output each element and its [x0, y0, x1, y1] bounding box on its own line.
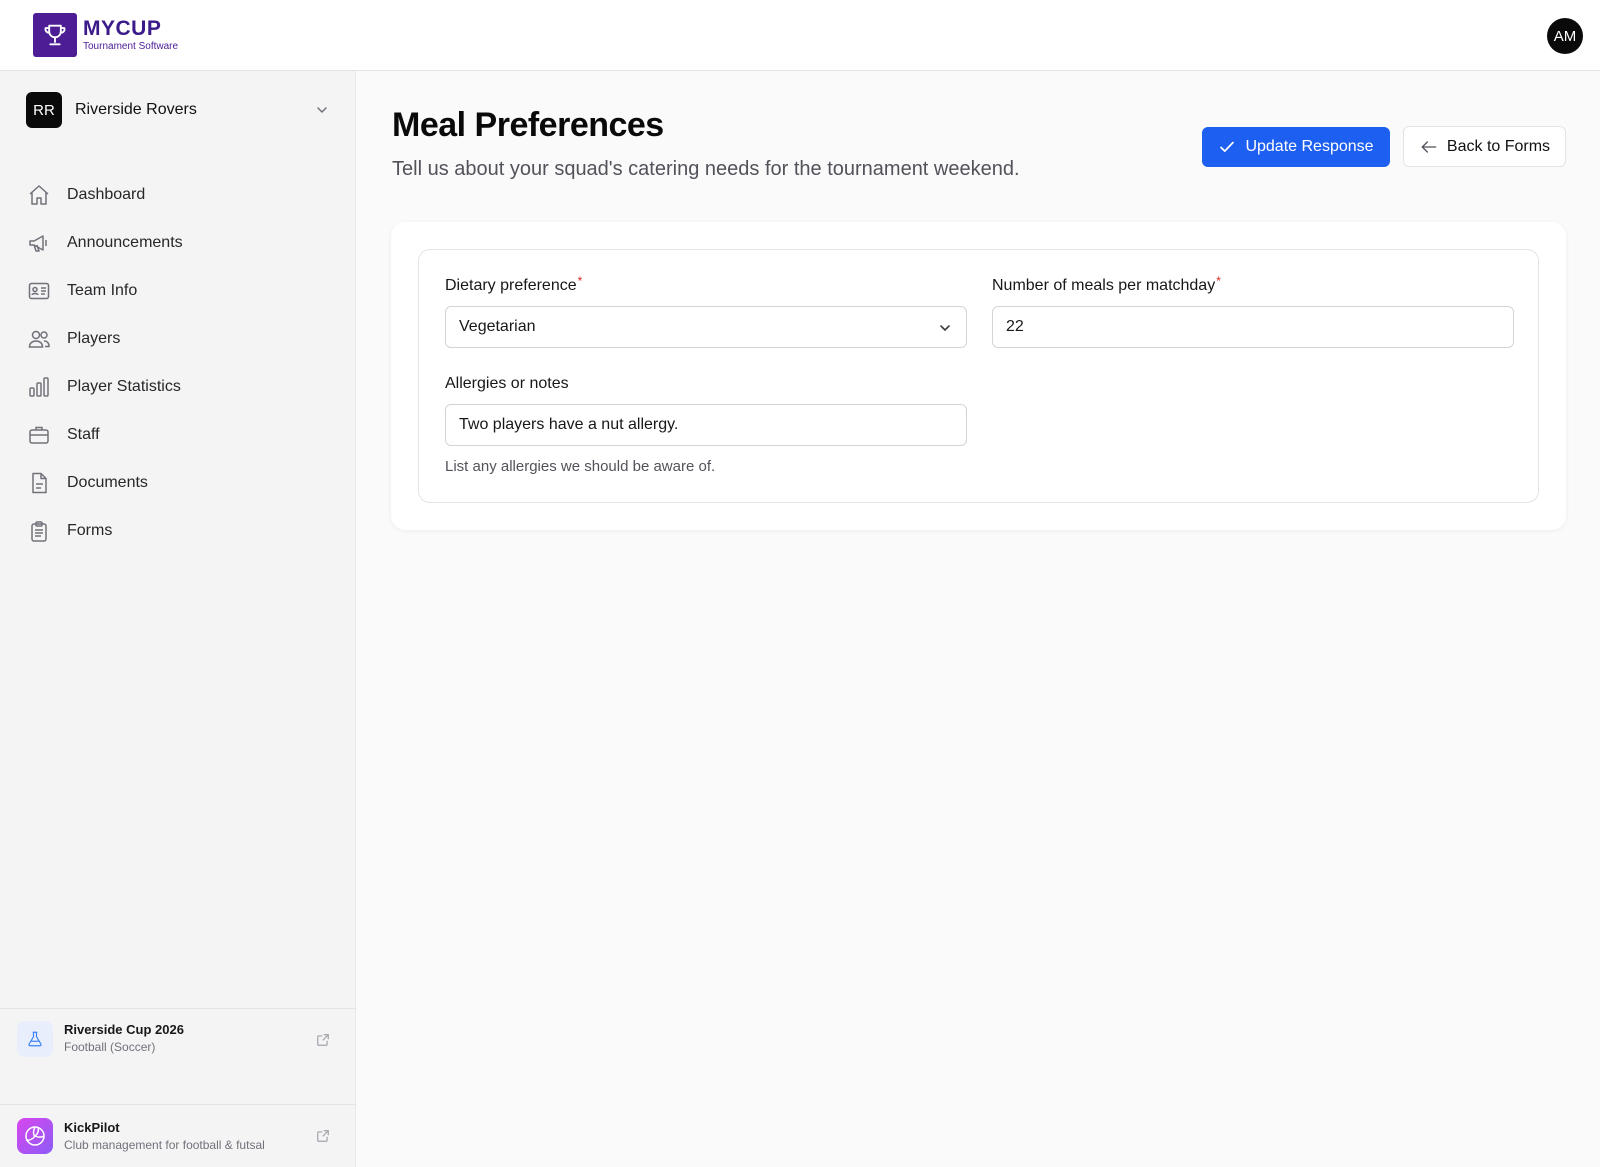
- back-to-forms-label: Back to Forms: [1446, 137, 1551, 155]
- allergies-label: Allergies or notes: [445, 375, 569, 392]
- sidebar-item-label: Team Info: [67, 282, 138, 299]
- required-marker: *: [577, 274, 583, 288]
- tournament-title: Riverside Cup 2026: [64, 1022, 184, 1037]
- partner-subtitle: Club management for football & futsal: [64, 1137, 265, 1152]
- page-subtitle: Tell us about your squad's catering need…: [392, 158, 1020, 180]
- update-response-label: Update Response: [1245, 138, 1374, 155]
- trophy-icon: [33, 13, 77, 57]
- logo-subtitle: Tournament Software: [83, 40, 179, 52]
- external-link-icon: [317, 1034, 329, 1046]
- meals-per-matchday-label-text: Number of meals per matchday: [992, 277, 1216, 294]
- dietary-preference-value: Vegetarian: [459, 318, 536, 335]
- bar-chart-icon: [29, 377, 49, 397]
- sidebar-nav: Dashboard Announcements Team Info Player…: [14, 171, 342, 555]
- sidebar-item-label: Documents: [67, 474, 148, 491]
- sidebar-item-label: Players: [67, 330, 121, 347]
- meals-per-matchday-input[interactable]: 22: [992, 306, 1514, 348]
- logo-name: MYCUP: [83, 16, 162, 40]
- back-to-forms-button[interactable]: Back to Forms: [1403, 126, 1566, 167]
- allergies-input[interactable]: Two players have a nut allergy.: [445, 404, 967, 446]
- dietary-preference-label-text: Dietary preference: [445, 277, 577, 294]
- external-link-icon: [317, 1130, 329, 1142]
- volleyball-icon: [17, 1118, 53, 1154]
- partner-title: KickPilot: [64, 1119, 120, 1135]
- meals-per-matchday-value: 22: [1006, 318, 1024, 335]
- sidebar-item-label: Staff: [67, 426, 100, 443]
- clipboard-icon: [31, 521, 47, 542]
- sidebar-item-label: Player Statistics: [67, 378, 181, 395]
- dietary-preference-label: Dietary preference*: [445, 274, 583, 295]
- team-switcher[interactable]: RR Riverside Rovers: [26, 92, 330, 128]
- sidebar-item-team-info[interactable]: Team Info: [14, 267, 342, 315]
- team-name: Riverside Rovers: [75, 101, 197, 118]
- top-bar: MYCUP Tournament Software AM: [0, 0, 1600, 71]
- required-marker: *: [1216, 274, 1221, 288]
- sidebar-item-announcements[interactable]: Announcements: [14, 219, 342, 267]
- check-icon: [1220, 141, 1235, 152]
- tournament-sport: Football (Soccer): [64, 1040, 156, 1054]
- allergies-value: Two players have a nut allergy.: [459, 416, 679, 433]
- chevron-down-icon: [940, 325, 950, 331]
- sidebar-item-forms[interactable]: Forms: [14, 507, 342, 555]
- team-badge: RR: [26, 92, 62, 128]
- sidebar-item-label: Announcements: [67, 234, 183, 251]
- document-icon: [32, 472, 47, 494]
- dietary-preference-select[interactable]: Vegetarian: [445, 306, 967, 348]
- update-response-button[interactable]: Update Response: [1202, 127, 1390, 167]
- sidebar-item-dashboard[interactable]: Dashboard: [14, 171, 342, 219]
- sidebar: RR Riverside Rovers Dashboard Announceme…: [0, 71, 356, 1167]
- home-icon: [29, 185, 49, 205]
- sidebar-item-label: Forms: [67, 522, 113, 539]
- sidebar-item-players[interactable]: Players: [14, 315, 342, 363]
- allergies-help-text: List any allergies we should be aware of…: [445, 458, 716, 475]
- tournament-card[interactable]: Riverside Cup 2026 Football (Soccer): [0, 1008, 356, 1104]
- id-card-icon: [28, 282, 50, 300]
- chevron-down-icon: [317, 107, 327, 113]
- sidebar-item-staff[interactable]: Staff: [14, 411, 342, 459]
- flask-icon: [17, 1021, 53, 1057]
- form-section: Dietary preference* Vegetarian Number of…: [418, 249, 1539, 503]
- form-card: Dietary preference* Vegetarian Number of…: [391, 222, 1566, 530]
- arrow-left-icon: [1421, 140, 1437, 153]
- briefcase-icon: [29, 426, 49, 444]
- meals-per-matchday-label: Number of meals per matchday*: [992, 274, 1221, 295]
- megaphone-icon: [29, 235, 47, 252]
- logo[interactable]: MYCUP Tournament Software: [33, 13, 178, 57]
- user-avatar[interactable]: AM: [1547, 18, 1583, 54]
- sidebar-item-documents[interactable]: Documents: [14, 459, 342, 507]
- partner-card[interactable]: KickPilot Club management for football &…: [0, 1104, 356, 1167]
- page-title: Meal Preferences: [392, 106, 664, 144]
- sidebar-item-player-statistics[interactable]: Player Statistics: [14, 363, 342, 411]
- users-icon: [28, 330, 50, 348]
- sidebar-item-label: Dashboard: [67, 186, 146, 203]
